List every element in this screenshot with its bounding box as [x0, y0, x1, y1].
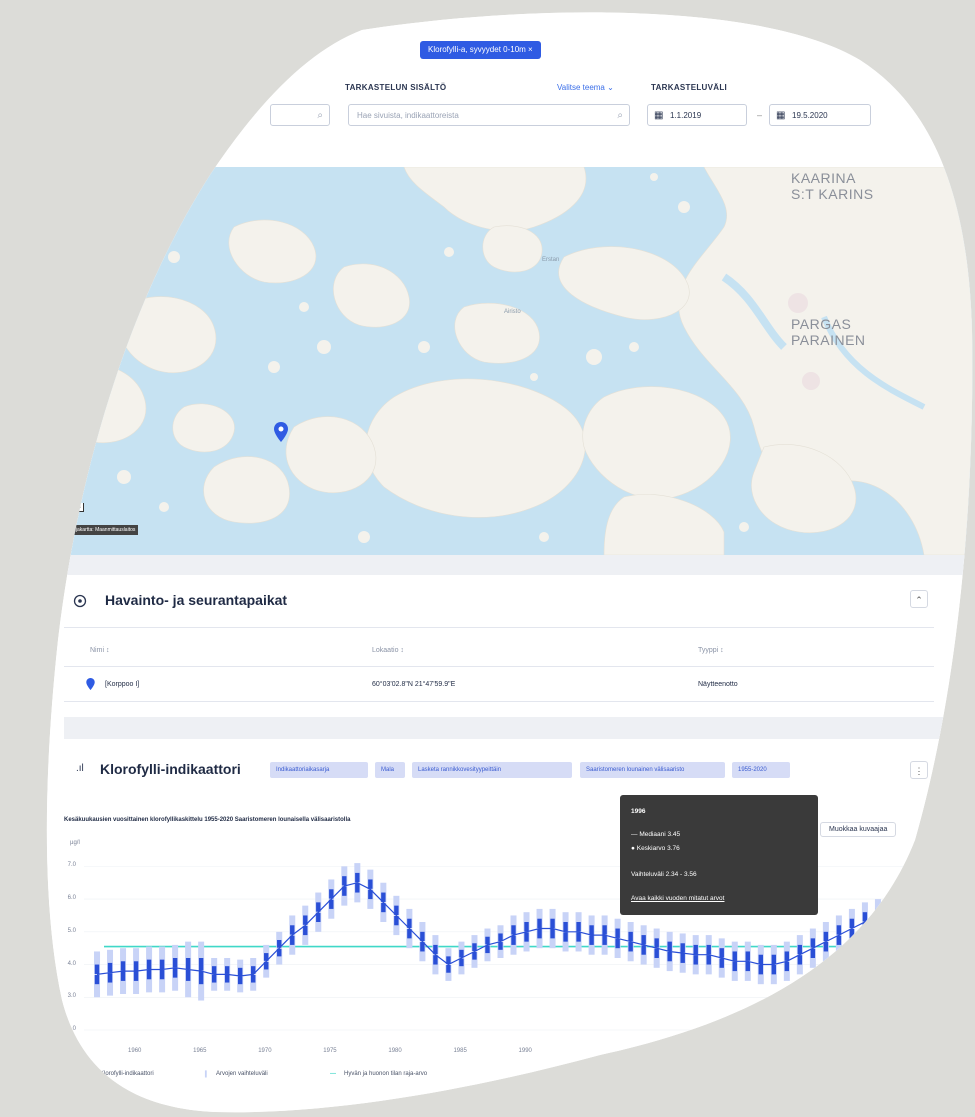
legend-item-range[interactable]: Arvojen vaihteluväli	[216, 1071, 268, 1077]
legend-item-indicator[interactable]: Klorofylli-indikaattori	[100, 1071, 154, 1077]
legend-item-threshold[interactable]: Hyvän ja huonon tilan raja-arvo	[344, 1071, 427, 1077]
tooltip-year: 1996	[631, 808, 646, 815]
tooltip-median-row: — Mediaani 3.45	[631, 831, 680, 838]
legend-threshold-swatch-icon: —	[330, 1071, 336, 1077]
tooltip-range: Vaihteluväli 2.34 - 3.56	[631, 871, 697, 878]
tooltip-mean-row: ● Keskiarvo 3.76	[631, 845, 680, 852]
tooltip-mean: Keskiarvo 3.76	[636, 845, 680, 852]
chart-tooltip: 1996 — Mediaani 3.45 ● Keskiarvo 3.76 Va…	[620, 795, 818, 915]
tooltip-median: Mediaani 3.45	[639, 831, 681, 838]
legend-range-swatch-icon: ▍	[205, 1072, 210, 1078]
tooltip-link[interactable]: Avaa kaikki vuoden mitatut arvot	[631, 895, 724, 902]
